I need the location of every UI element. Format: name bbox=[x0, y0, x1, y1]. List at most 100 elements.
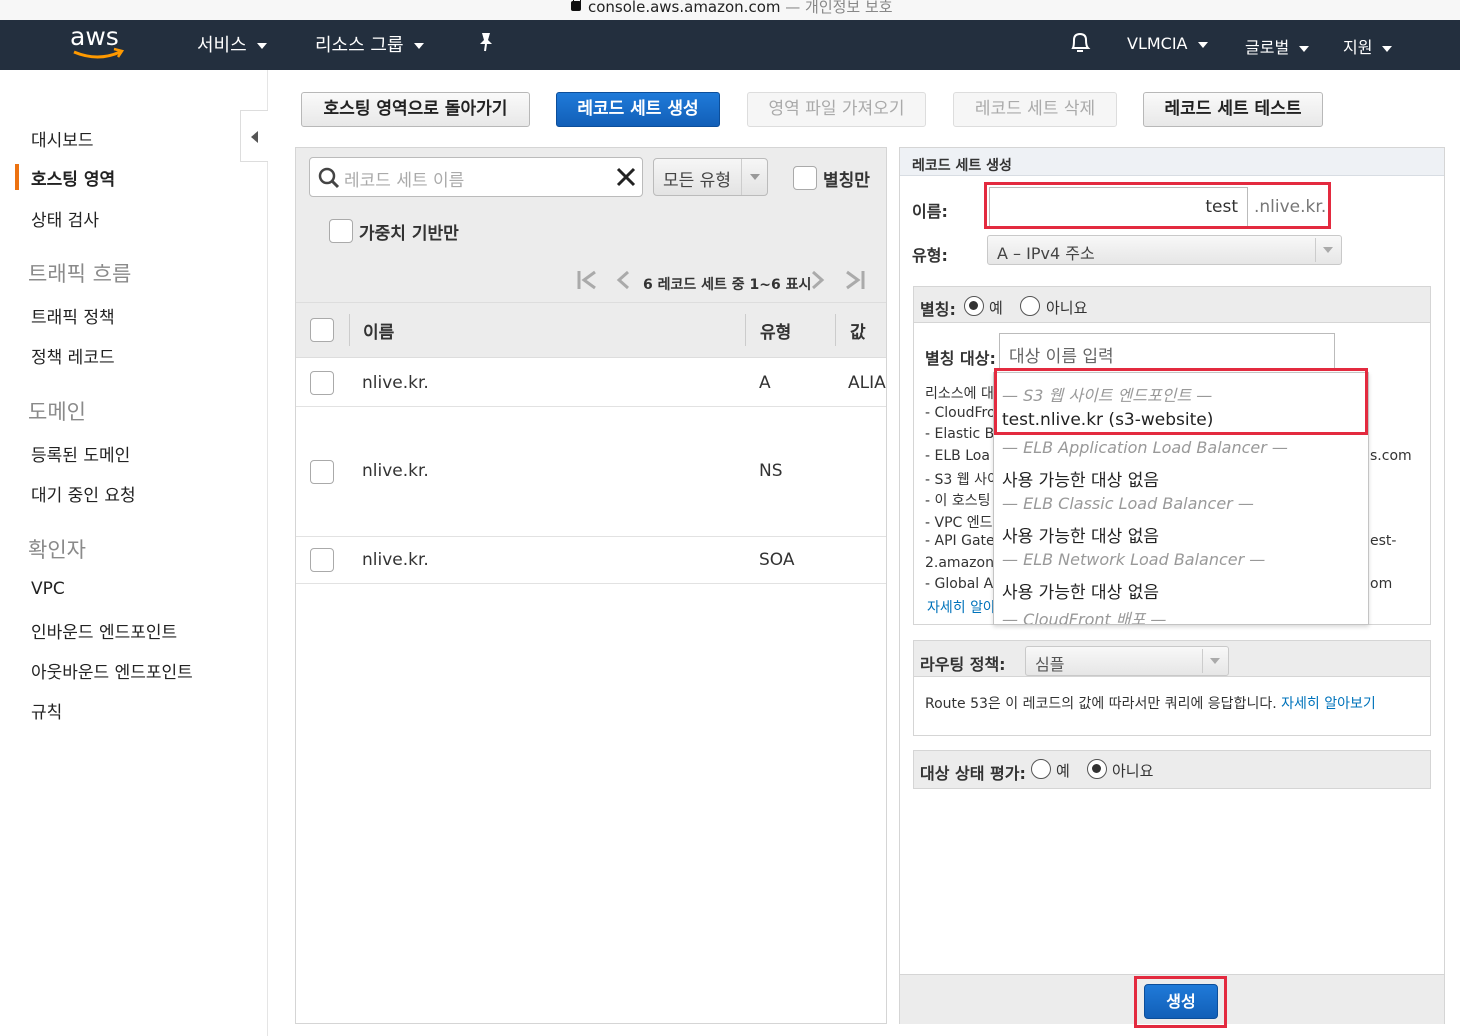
learn-more-link[interactable]: 자세히 알아 bbox=[927, 597, 996, 617]
highlight-box bbox=[994, 368, 1368, 435]
alias-target-label: 별칭 대상: bbox=[925, 349, 996, 368]
sidebar-item-dashboard[interactable]: 대시보드 bbox=[31, 126, 94, 151]
dropdown-group-label: — ELB Classic Load Balancer — bbox=[1002, 494, 1254, 513]
alias-yes-radio[interactable] bbox=[964, 296, 984, 316]
health-no-label: 아니요 bbox=[1112, 762, 1154, 780]
alias-no-label: 아니요 bbox=[1046, 299, 1088, 317]
column-divider bbox=[835, 314, 836, 346]
chevron-left-icon bbox=[251, 131, 258, 143]
routing-learn-more-link[interactable]: 자세히 알아보기 bbox=[1281, 696, 1376, 712]
chevron-down-icon bbox=[256, 43, 267, 49]
help-text: - CloudFro bbox=[925, 405, 996, 421]
dropdown-group-label: — CloudFront 배포 — bbox=[1002, 610, 1167, 625]
row-checkbox[interactable] bbox=[310, 460, 334, 484]
alias-only-checkbox[interactable] bbox=[793, 166, 817, 190]
row-checkbox[interactable] bbox=[310, 371, 334, 395]
alias-target-input[interactable]: 대상 이름 입력 bbox=[999, 333, 1335, 371]
type-filter-select[interactable]: 모든 유형 bbox=[653, 158, 768, 196]
last-page-icon[interactable] bbox=[844, 269, 866, 291]
health-evaluation-label: 대상 상태 평가: bbox=[920, 764, 1026, 783]
column-header-name[interactable]: 이름 bbox=[363, 318, 394, 343]
record-type-select[interactable]: A – IPv4 주소 bbox=[987, 235, 1342, 265]
sidebar-item-rules[interactable]: 규칙 bbox=[31, 698, 62, 723]
chevron-down-icon bbox=[1299, 45, 1310, 52]
row-type: A bbox=[759, 373, 771, 393]
aws-logo[interactable]: aws bbox=[68, 22, 128, 62]
divider bbox=[741, 159, 742, 195]
row-name[interactable]: nlive.kr. bbox=[362, 373, 429, 393]
row-type: NS bbox=[759, 461, 783, 481]
search-input[interactable]: 레코드 세트 이름 bbox=[309, 157, 643, 197]
row-name[interactable]: nlive.kr. bbox=[362, 550, 429, 570]
prev-page-icon[interactable] bbox=[615, 269, 631, 291]
import-zone-file-button[interactable]: 영역 파일 가져오기 bbox=[747, 92, 926, 127]
type-label: 유형: bbox=[912, 246, 948, 265]
sidebar-section-domains: 도메인 bbox=[28, 400, 86, 424]
account-menu[interactable]: VLMCIA bbox=[1127, 34, 1208, 53]
bell-icon[interactable] bbox=[1068, 30, 1092, 56]
chevron-down-icon bbox=[1210, 658, 1220, 664]
search-icon bbox=[318, 167, 340, 189]
routing-description: Route 53은 이 레코드의 값에 따라서만 쿼리에 응답합니다. 자세히 … bbox=[925, 696, 1376, 712]
collapse-sidebar-button[interactable] bbox=[240, 110, 268, 162]
browser-url-bar[interactable]: console.aws.amazon.com — 개인정보 보호 bbox=[0, 0, 1460, 20]
name-label: 이름: bbox=[912, 202, 948, 221]
test-record-set-button[interactable]: 레코드 세트 테스트 bbox=[1143, 92, 1323, 127]
dropdown-option[interactable]: 사용 가능한 대상 없음 bbox=[1002, 466, 1159, 491]
delete-record-set-button[interactable]: 레코드 세트 삭제 bbox=[953, 92, 1117, 127]
back-to-hosted-zones-button[interactable]: 호스팅 영역으로 돌아가기 bbox=[301, 92, 530, 127]
weighted-only-label: 가중치 기반만 bbox=[359, 224, 459, 244]
help-text: 2.amazona bbox=[925, 555, 1003, 571]
sidebar-item-traffic-policies[interactable]: 트래픽 정책 bbox=[31, 303, 115, 328]
create-record-set-button[interactable]: 레코드 세트 생성 bbox=[556, 92, 720, 127]
pager-text: 6 레코드 세트 중 1~6 표시 bbox=[643, 277, 812, 293]
sidebar-item-hosted-zones[interactable]: 호스팅 영역 bbox=[31, 165, 115, 190]
next-page-icon[interactable] bbox=[810, 269, 826, 291]
sidebar-item-registered-domains[interactable]: 등록된 도메인 bbox=[31, 441, 130, 466]
health-yes-radio[interactable] bbox=[1031, 759, 1051, 779]
sidebar-item-health-checks[interactable]: 상태 검사 bbox=[31, 206, 99, 231]
dropdown-option[interactable]: 사용 가능한 대상 없음 bbox=[1002, 522, 1159, 547]
row-value: ALIA bbox=[848, 373, 886, 393]
row-checkbox[interactable] bbox=[310, 548, 334, 572]
help-text: 리소스에 대 bbox=[925, 386, 994, 402]
clear-icon[interactable] bbox=[616, 167, 636, 187]
row-name[interactable]: nlive.kr. bbox=[362, 461, 429, 481]
dropdown-group-label: — ELB Network Load Balancer — bbox=[1002, 550, 1266, 569]
column-header-type[interactable]: 유형 bbox=[760, 318, 791, 343]
dropdown-option[interactable]: 사용 가능한 대상 없음 bbox=[1002, 578, 1159, 603]
help-text: - Elastic B bbox=[925, 426, 995, 442]
help-text: - VPC 엔드 bbox=[925, 515, 993, 531]
chevron-down-icon bbox=[1382, 45, 1393, 52]
type-filter-value: 모든 유형 bbox=[663, 171, 731, 191]
weighted-only-checkbox[interactable] bbox=[329, 219, 353, 243]
services-menu[interactable]: 서비스 bbox=[197, 31, 267, 57]
pin-icon[interactable] bbox=[476, 30, 496, 54]
sidebar-item-pending-requests[interactable]: 대기 중인 요청 bbox=[31, 481, 136, 506]
column-header-value[interactable]: 값 bbox=[850, 318, 866, 343]
panel-title: 레코드 세트 생성 bbox=[912, 158, 1012, 174]
alias-no-radio[interactable] bbox=[1020, 296, 1040, 316]
routing-policy-select[interactable]: 심플 bbox=[1025, 646, 1229, 676]
health-yes-label: 예 bbox=[1056, 762, 1070, 780]
row-divider bbox=[296, 536, 886, 537]
region-menu[interactable]: 글로벌 bbox=[1245, 34, 1310, 58]
sidebar-item-vpc[interactable]: VPC bbox=[31, 579, 65, 599]
panel-header: 레코드 세트 생성 bbox=[900, 148, 1444, 176]
help-text: - Global A bbox=[925, 576, 994, 592]
help-text: om bbox=[1370, 576, 1393, 592]
health-no-radio[interactable] bbox=[1087, 759, 1107, 779]
help-text: s.com bbox=[1370, 448, 1412, 464]
sidebar-item-policy-records[interactable]: 정책 레코드 bbox=[31, 343, 115, 368]
sidebar-item-inbound-endpoints[interactable]: 인바운드 엔드포인트 bbox=[31, 618, 177, 643]
help-text: est- bbox=[1370, 533, 1397, 549]
sidebar-item-outbound-endpoints[interactable]: 아웃바운드 엔드포인트 bbox=[31, 658, 193, 683]
search-placeholder: 레코드 세트 이름 bbox=[344, 171, 465, 191]
divider bbox=[1202, 649, 1203, 673]
first-page-icon[interactable] bbox=[576, 269, 598, 291]
select-all-checkbox[interactable] bbox=[310, 318, 334, 342]
alias-label: 별칭: bbox=[920, 300, 956, 319]
resource-groups-menu[interactable]: 리소스 그룹 bbox=[315, 31, 424, 57]
chevron-down-icon bbox=[750, 174, 760, 180]
support-menu[interactable]: 지원 bbox=[1343, 34, 1393, 58]
